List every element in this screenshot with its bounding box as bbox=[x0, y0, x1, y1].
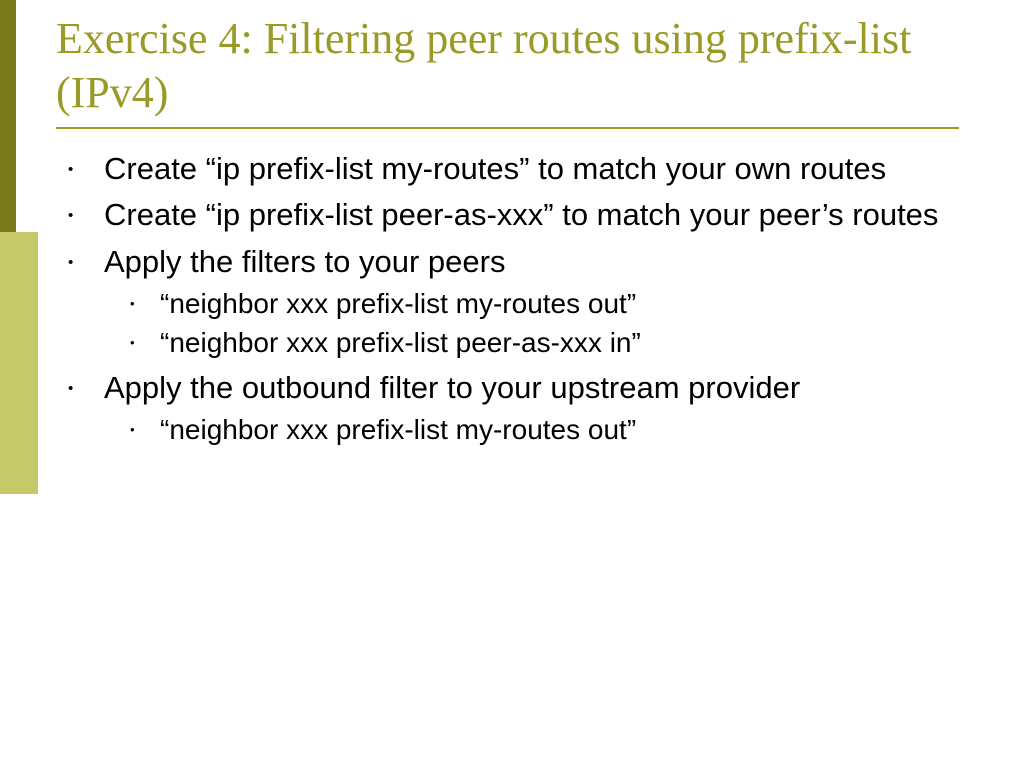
sub-bullet-text: “neighbor xxx prefix-list my-routes out” bbox=[160, 414, 636, 445]
bullet-item: Create “ip prefix-list peer-as-xxx” to m… bbox=[56, 196, 961, 234]
bullet-item: Create “ip prefix-list my-routes” to mat… bbox=[56, 150, 961, 188]
sub-bullet-text: “neighbor xxx prefix-list my-routes out” bbox=[160, 288, 636, 319]
sub-bullet-item: “neighbor xxx prefix-list my-routes out” bbox=[104, 413, 961, 448]
title-underline bbox=[56, 127, 959, 129]
bullet-list: Create “ip prefix-list my-routes” to mat… bbox=[56, 150, 961, 448]
sub-bullet-list: “neighbor xxx prefix-list my-routes out” bbox=[104, 413, 961, 448]
slide-title: Exercise 4: Filtering peer routes using … bbox=[56, 12, 936, 119]
accent-stripe-light bbox=[0, 232, 38, 494]
bullet-text: Create “ip prefix-list my-routes” to mat… bbox=[104, 151, 886, 186]
bullet-text: Apply the outbound filter to your upstre… bbox=[104, 370, 800, 405]
sub-bullet-list: “neighbor xxx prefix-list my-routes out”… bbox=[104, 287, 961, 360]
slide-body: Create “ip prefix-list my-routes” to mat… bbox=[56, 150, 961, 456]
slide: Exercise 4: Filtering peer routes using … bbox=[0, 0, 1024, 768]
bullet-text: Create “ip prefix-list peer-as-xxx” to m… bbox=[104, 197, 938, 232]
bullet-text: Apply the filters to your peers bbox=[104, 244, 505, 279]
bullet-item: Apply the outbound filter to your upstre… bbox=[56, 369, 961, 448]
sub-bullet-text: “neighbor xxx prefix-list peer-as-xxx in… bbox=[160, 327, 641, 358]
sub-bullet-item: “neighbor xxx prefix-list peer-as-xxx in… bbox=[104, 326, 961, 361]
sub-bullet-item: “neighbor xxx prefix-list my-routes out” bbox=[104, 287, 961, 322]
bullet-item: Apply the filters to your peers “neighbo… bbox=[56, 243, 961, 361]
accent-stripe-dark bbox=[0, 0, 16, 232]
